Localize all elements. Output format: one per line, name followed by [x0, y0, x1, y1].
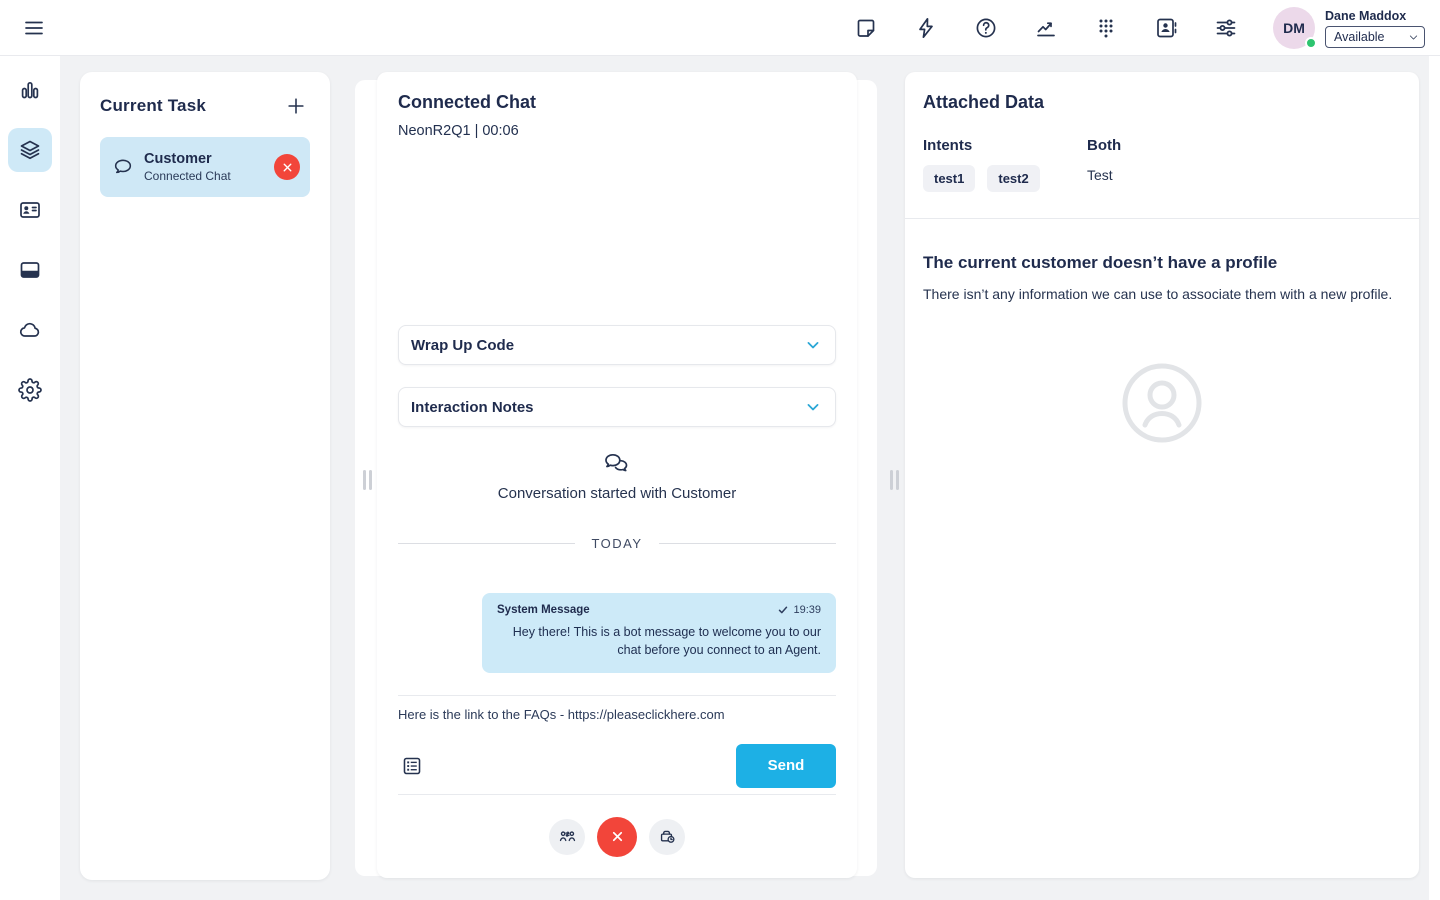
intent-chip: test1: [923, 165, 975, 192]
user-box: DM Dane Maddox Available: [1273, 0, 1425, 56]
interaction-notes-label: Interaction Notes: [411, 399, 534, 416]
intents-label: Intents: [923, 137, 1087, 154]
task-title: Customer: [144, 151, 274, 167]
top-bar: DM Dane Maddox Available: [0, 0, 1440, 56]
compose-divider: [398, 695, 836, 696]
chat-bubble-icon: [112, 156, 134, 178]
dialpad-icon[interactable]: [1076, 0, 1136, 56]
current-task-title: Current Task: [100, 96, 206, 116]
no-profile-text: There isn’t any information we can use t…: [923, 284, 1393, 305]
day-divider-label: TODAY: [591, 536, 642, 551]
tasks-layers-icon[interactable]: [8, 128, 52, 172]
attached-data-panel: Attached Data Intents test1 test2 Both T…: [905, 72, 1419, 878]
wrap-up-code-label: Wrap Up Code: [411, 337, 514, 354]
profile-placeholder-icon: [923, 361, 1401, 445]
send-button[interactable]: Send: [736, 744, 836, 788]
conversation-start-banner: Conversation started with Customer: [398, 451, 836, 502]
conversation-start-text: Conversation started with Customer: [498, 485, 736, 502]
scrollbar-track[interactable]: [1429, 56, 1440, 900]
end-chat-button[interactable]: [597, 817, 637, 857]
task-item-customer[interactable]: Customer Connected Chat: [100, 137, 310, 197]
archive-chat-button[interactable]: [649, 819, 685, 855]
chevron-down-icon: [803, 397, 823, 417]
status-select[interactable]: Available: [1325, 26, 1425, 48]
chat-action-row: [398, 817, 836, 857]
message-input[interactable]: Here is the link to the FAQs - https://p…: [398, 707, 836, 729]
chat-title: Connected Chat: [398, 92, 836, 113]
notes-icon[interactable]: [836, 0, 896, 56]
panel-divider: [905, 218, 1419, 219]
canned-responses-icon[interactable]: [398, 752, 426, 780]
stats-icon[interactable]: [8, 68, 52, 112]
close-icon: [281, 161, 294, 174]
end-task-button[interactable]: [274, 154, 300, 180]
chat-bubbles-icon: [603, 451, 631, 477]
add-task-button[interactable]: [282, 92, 310, 120]
contacts-icon[interactable]: [1136, 0, 1196, 56]
check-icon: [777, 604, 789, 616]
hamburger-menu-icon[interactable]: [16, 10, 52, 46]
panel-resize-handle-right[interactable]: [890, 470, 899, 490]
main-content: Current Task Customer Connected Chat Con…: [60, 56, 1440, 900]
intent-chip: test2: [987, 165, 1039, 192]
quick-actions-icon[interactable]: [896, 0, 956, 56]
panel-resize-handle-left[interactable]: [363, 470, 372, 490]
system-message-bubble: System Message 19:39 Hey there! This is …: [482, 593, 836, 673]
chat-session-info: NeonR2Q1 | 00:06: [398, 123, 836, 139]
cloud-icon[interactable]: [8, 308, 52, 352]
contact-card-icon[interactable]: [8, 188, 52, 232]
current-task-panel: Current Task Customer Connected Chat: [80, 72, 330, 880]
message-time: 19:39: [793, 604, 821, 616]
attached-data-title: Attached Data: [923, 92, 1401, 113]
window-icon[interactable]: [8, 248, 52, 292]
task-subtitle: Connected Chat: [144, 169, 274, 183]
transfer-chat-button[interactable]: [549, 819, 585, 855]
user-name: Dane Maddox: [1325, 9, 1425, 23]
interaction-notes-accordion[interactable]: Interaction Notes: [398, 387, 836, 427]
no-profile-title: The current customer doesn’t have a prof…: [923, 253, 1401, 273]
message-sender: System Message: [497, 604, 590, 616]
message-text: Hey there! This is a bot message to welc…: [497, 624, 821, 660]
analytics-icon[interactable]: [1016, 0, 1076, 56]
actions-divider: [398, 794, 836, 795]
close-icon: [610, 829, 625, 844]
wrap-up-code-accordion[interactable]: Wrap Up Code: [398, 325, 836, 365]
both-label: Both: [1087, 137, 1121, 154]
day-divider: TODAY: [398, 536, 836, 551]
avatar-initials: DM: [1283, 20, 1305, 36]
online-status-dot: [1305, 37, 1317, 49]
connected-chat-panel: Connected Chat NeonR2Q1 | 00:06 Wrap Up …: [377, 72, 857, 878]
topbar-icon-group: [836, 0, 1256, 56]
avatar[interactable]: DM: [1273, 7, 1315, 49]
both-value: Test: [1087, 167, 1121, 183]
help-icon[interactable]: [956, 0, 1016, 56]
settings-sliders-icon[interactable]: [1196, 0, 1256, 56]
gear-icon[interactable]: [8, 368, 52, 412]
left-nav-rail: [0, 56, 60, 900]
chevron-down-icon: [803, 335, 823, 355]
